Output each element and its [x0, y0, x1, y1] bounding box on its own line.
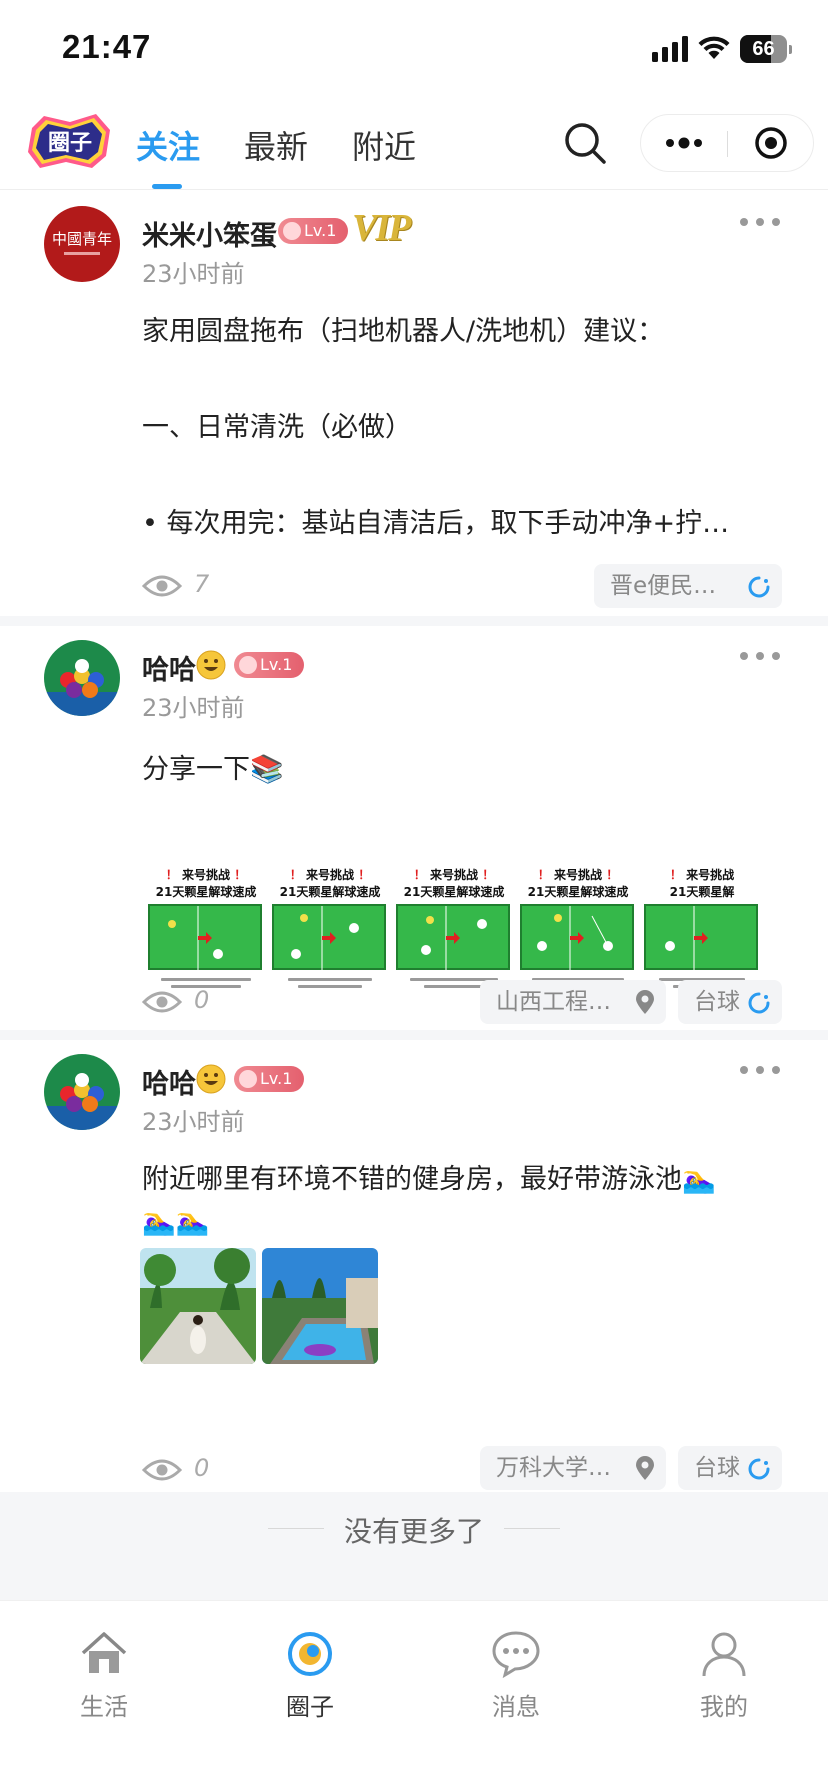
post-content-line: 家用圆盘拖布（扫地机器人/洗地机）建议： [142, 316, 665, 347]
refresh-circle-icon [748, 1458, 770, 1480]
post-content-line: 🏊‍♀️🏊‍♀️ [142, 1206, 210, 1237]
tab-nearby[interactable]: 附近 [352, 122, 416, 168]
billiards-tutorial-image[interactable]: ！ 来号挑战 ！ 21天颗星解球速成 [142, 866, 270, 1006]
location-pin-icon [636, 1456, 654, 1480]
view-count: 0 [194, 986, 210, 1014]
level-badge: Lv.1 [234, 652, 304, 678]
wifi-icon [698, 36, 730, 59]
home-icon [81, 1632, 127, 1673]
location-pin-icon [636, 990, 654, 1014]
location-chip[interactable]: 山西工程… [480, 980, 666, 1024]
nav-circle[interactable]: 圈子 [240, 1629, 380, 1729]
battery-percent: 66 [752, 38, 775, 60]
top-header: 圈子 关注 最新 附近 [0, 100, 828, 190]
divider [504, 1528, 560, 1529]
pool-photo[interactable] [262, 1248, 378, 1364]
eye-icon [142, 991, 182, 1013]
battery-indicator: 66 [740, 35, 792, 63]
status-time: 21:47 [62, 28, 152, 65]
bottom-navigation: 生活 圈子 消息 我的 [0, 1600, 828, 1792]
avatar[interactable] [44, 1054, 120, 1130]
eye-icon [142, 575, 182, 597]
location-label: 山西工程… [496, 989, 611, 1015]
nav-label: 我的 [700, 1693, 748, 1721]
post-separator [0, 1030, 828, 1040]
post-content-line: 一、日常清洗（必做） [142, 412, 412, 443]
post-card[interactable]: 哈哈 Lv.1 23小时前 附近哪里有环境不错的健身房，最好带游泳池🏊‍♀️ 🏊… [0, 1040, 828, 1492]
nav-label: 消息 [492, 1693, 540, 1721]
more-icon[interactable] [738, 212, 782, 232]
post-separator [0, 616, 828, 626]
group-tag-label: 晋e便民… [610, 573, 717, 599]
garden-photo[interactable] [140, 1248, 256, 1364]
view-count: 7 [194, 570, 210, 598]
more-options-icon[interactable] [641, 115, 727, 171]
chat-icon [492, 1631, 540, 1679]
search-icon[interactable] [562, 120, 608, 166]
tab-following[interactable]: 关注 [136, 122, 200, 168]
post-card[interactable]: 哈哈 Lv.1 23小时前 分享一下📚 ！ 来号挑战 ！ 21天颗星解球速成 ！ … [0, 626, 828, 1030]
nav-label: 生活 [80, 1693, 128, 1721]
post-content-line: • 每次用完：基站自清洁后，取下手动冲净+拧… [142, 508, 730, 539]
cellular-signal-icon [652, 36, 688, 62]
topic-chip[interactable]: 台球 [678, 980, 782, 1024]
username[interactable]: 米米小笨蛋 [142, 214, 277, 253]
nav-profile[interactable]: 我的 [654, 1629, 794, 1729]
location-label: 万科大学… [496, 1455, 611, 1481]
username[interactable]: 哈哈 [142, 1062, 196, 1101]
no-more-text: 没有更多了 [343, 1515, 484, 1548]
miniprogram-capsule [640, 114, 814, 172]
circle-icon [288, 1632, 332, 1676]
quanzi-logo: 圈子 [28, 114, 110, 168]
refresh-circle-icon [748, 576, 770, 598]
svg-text:圈子: 圈子 [48, 131, 92, 156]
post-time: 23小时前 [142, 260, 245, 288]
refresh-circle-icon [748, 992, 770, 1014]
avatar[interactable]: 中國青年 [44, 206, 120, 282]
smile-emoji-icon [196, 650, 226, 680]
avatar-text: 中國青年 [52, 230, 112, 248]
profile-icon [702, 1632, 746, 1677]
username[interactable]: 哈哈 [142, 648, 196, 687]
nav-life[interactable]: 生活 [34, 1629, 174, 1729]
nav-label: 圈子 [286, 1693, 334, 1721]
post-content: 分享一下📚 [142, 754, 284, 785]
eye-icon [142, 1459, 182, 1481]
topic-chip[interactable]: 台球 [678, 1446, 782, 1490]
post-time: 23小时前 [142, 1108, 245, 1136]
billiards-tutorial-image[interactable]: ！ 来号挑战 ！ 21天颗星解球速成 [266, 866, 394, 1006]
tab-latest[interactable]: 最新 [244, 122, 308, 168]
end-of-feed: 没有更多了 [0, 1492, 828, 1600]
view-count: 0 [194, 1454, 210, 1482]
level-badge: Lv.1 [234, 1066, 304, 1092]
status-bar: 21:47 66 [0, 0, 828, 100]
more-icon[interactable] [738, 1060, 782, 1080]
post-time: 23小时前 [142, 694, 245, 722]
close-miniprogram-icon[interactable] [728, 115, 814, 171]
post-card[interactable]: 中國青年 米米小笨蛋 Lv.1 VIP 23小时前 家用圆盘拖布（扫地机器人/洗… [0, 192, 828, 616]
active-tab-indicator [152, 184, 182, 189]
post-content-line: 附近哪里有环境不错的健身房，最好带游泳池🏊‍♀️ [142, 1164, 716, 1195]
location-chip[interactable]: 万科大学… [480, 1446, 666, 1490]
group-tag-chip[interactable]: 晋e便民… [594, 564, 782, 608]
nav-messages[interactable]: 消息 [446, 1629, 586, 1729]
topic-label: 台球 [694, 989, 740, 1015]
smile-emoji-icon [196, 1064, 226, 1094]
level-badge: Lv.1 [278, 218, 348, 244]
more-icon[interactable] [738, 646, 782, 666]
avatar[interactable] [44, 640, 120, 716]
vip-badge: VIP [352, 207, 411, 249]
topic-label: 台球 [694, 1455, 740, 1481]
